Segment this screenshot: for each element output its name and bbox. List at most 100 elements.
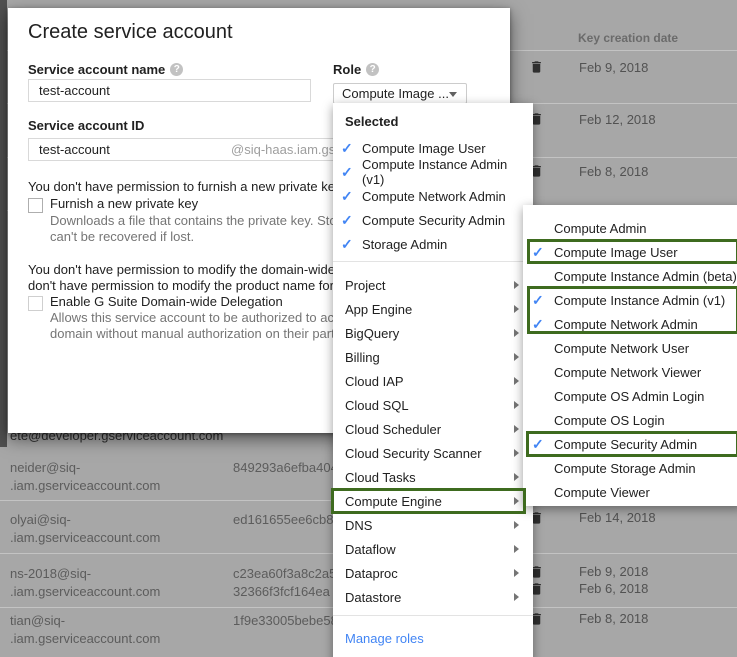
key-dates: Feb 14, 2018 bbox=[529, 509, 656, 526]
submenu-role-label: Compute Instance Admin (beta) bbox=[554, 269, 737, 284]
table-row: Feb 12, 2018 bbox=[529, 109, 656, 129]
service-account-name-input[interactable]: test-account bbox=[28, 79, 311, 102]
gsuite-delegation-description-line2: domain without manual authorization on t… bbox=[50, 326, 375, 341]
service-account-email: ns-2018@siq-.iam.gserviceaccount.com bbox=[10, 565, 160, 601]
table-row: Feb 9, 2018 bbox=[529, 57, 648, 77]
role-category-item[interactable]: Cloud IAP bbox=[333, 369, 533, 393]
sidebar-strip bbox=[0, 0, 7, 447]
key-id: ed161655ee6cb8 bbox=[233, 511, 334, 529]
submenu-role-item[interactable]: ✓Compute Image User bbox=[523, 240, 737, 264]
email-line: .iam.gserviceaccount.com bbox=[10, 583, 160, 601]
check-icon: ✓ bbox=[341, 212, 362, 229]
key-date-row: Feb 6, 2018 bbox=[529, 580, 648, 597]
submenu-role-item[interactable]: ✓Compute Network Admin bbox=[523, 312, 737, 336]
role-select[interactable]: Compute Image ... bbox=[333, 83, 467, 104]
role-label-text: Role bbox=[333, 62, 361, 77]
role-category-label: Cloud Scheduler bbox=[345, 422, 441, 437]
check-icon: ✓ bbox=[341, 236, 362, 253]
submenu-role-label: Compute Network Viewer bbox=[554, 365, 701, 380]
furnish-key-checkbox[interactable] bbox=[28, 198, 43, 213]
submenu-role-label: Compute OS Login bbox=[554, 413, 665, 428]
role-category-item[interactable]: Billing bbox=[333, 345, 533, 369]
role-category-label: Project bbox=[345, 278, 385, 293]
role-category-label: Dataflow bbox=[345, 542, 396, 557]
check-icon: ✓ bbox=[532, 316, 554, 333]
manage-roles-link[interactable]: Manage roles bbox=[345, 631, 424, 646]
submenu-arrow-icon bbox=[514, 281, 519, 289]
submenu-role-item[interactable]: Compute OS Login bbox=[523, 408, 737, 432]
submenu-role-item[interactable]: ✓Compute Security Admin bbox=[523, 432, 737, 456]
role-category-item[interactable]: Project bbox=[333, 273, 533, 297]
service-account-email: olyai@siq-.iam.gserviceaccount.com bbox=[10, 511, 160, 547]
submenu-role-item[interactable]: Compute OS Admin Login bbox=[523, 384, 737, 408]
domain-permission-text-line2: don't have permission to modify the prod… bbox=[28, 278, 348, 293]
key-id: 849293a6efba404 bbox=[233, 459, 338, 477]
service-account-name-label-text: Service account name bbox=[28, 62, 165, 77]
role-category-label: DNS bbox=[345, 518, 372, 533]
key-dates: Feb 9, 2018Feb 6, 2018 bbox=[529, 563, 648, 597]
submenu-role-item[interactable]: Compute Viewer bbox=[523, 480, 737, 504]
screen: Key creation date Feb 9, 2018Feb 12, 201… bbox=[0, 0, 737, 657]
role-category-item[interactable]: App Engine bbox=[333, 297, 533, 321]
key-date: Feb 8, 2018 bbox=[579, 611, 648, 626]
gsuite-delegation-checkbox[interactable] bbox=[28, 296, 43, 311]
selected-role-label: Compute Network Admin bbox=[362, 189, 506, 204]
email-line: .iam.gserviceaccount.com bbox=[10, 630, 160, 648]
dialog-title: Create service account bbox=[28, 21, 233, 44]
submenu-role-item[interactable]: Compute Network Viewer bbox=[523, 360, 737, 384]
submenu-role-label: Compute OS Admin Login bbox=[554, 389, 704, 404]
role-category-item[interactable]: Cloud Security Scanner bbox=[333, 441, 533, 465]
selected-role-label: Compute Instance Admin (v1) bbox=[362, 157, 533, 187]
role-category-item[interactable]: Dataflow bbox=[333, 537, 533, 561]
role-category-label: Cloud Security Scanner bbox=[345, 446, 482, 461]
email-line: tian@siq- bbox=[10, 612, 160, 630]
help-icon[interactable]: ? bbox=[170, 63, 183, 76]
trash-icon[interactable] bbox=[529, 59, 544, 75]
role-category-label: Dataproc bbox=[345, 566, 398, 581]
submenu-arrow-icon bbox=[514, 593, 519, 601]
key-date: Feb 6, 2018 bbox=[579, 581, 648, 596]
check-icon: ✓ bbox=[341, 164, 362, 181]
submenu-arrow-icon bbox=[514, 353, 519, 361]
role-category-label: Cloud IAP bbox=[345, 374, 404, 389]
help-icon[interactable]: ? bbox=[366, 63, 379, 76]
chevron-down-icon bbox=[449, 92, 457, 97]
submenu-roles-list: Compute Admin✓Compute Image UserCompute … bbox=[523, 216, 737, 504]
email-line: .iam.gserviceaccount.com bbox=[10, 477, 160, 495]
selected-role-item[interactable]: ✓Compute Instance Admin (v1) bbox=[333, 160, 533, 184]
submenu-role-item[interactable]: Compute Storage Admin bbox=[523, 456, 737, 480]
selected-role-item[interactable]: ✓Storage Admin bbox=[333, 232, 533, 256]
role-category-item[interactable]: Cloud Scheduler bbox=[333, 417, 533, 441]
selected-role-label: Compute Security Admin bbox=[362, 213, 505, 228]
role-category-item[interactable]: Cloud SQL bbox=[333, 393, 533, 417]
submenu-arrow-icon bbox=[514, 521, 519, 529]
selected-role-item[interactable]: ✓Compute Network Admin bbox=[333, 184, 533, 208]
role-category-item[interactable]: BigQuery bbox=[333, 321, 533, 345]
submenu-arrow-icon bbox=[514, 305, 519, 313]
submenu-role-label: Compute Admin bbox=[554, 221, 647, 236]
check-icon: ✓ bbox=[341, 188, 362, 205]
submenu-role-label: Compute Image User bbox=[554, 245, 678, 260]
service-account-id-value: test-account bbox=[39, 142, 110, 157]
role-category-label: Billing bbox=[345, 350, 380, 365]
submenu-role-item[interactable]: ✓Compute Instance Admin (v1) bbox=[523, 288, 737, 312]
check-icon: ✓ bbox=[532, 436, 554, 453]
key-date-row: Feb 9, 2018 bbox=[529, 563, 648, 580]
key-date-row: Feb 8, 2018 bbox=[529, 610, 648, 627]
submenu-arrow-icon bbox=[514, 545, 519, 553]
key-id-line: 32366f3fcf164ea bbox=[233, 583, 336, 601]
role-category-item[interactable]: Cloud Tasks bbox=[333, 465, 533, 489]
id-domain-suffix: @siq-haas.iam.gs bbox=[231, 139, 335, 160]
submenu-role-label: Compute Security Admin bbox=[554, 437, 697, 452]
submenu-role-item[interactable]: Compute Admin bbox=[523, 216, 737, 240]
role-category-item[interactable]: Dataproc bbox=[333, 561, 533, 585]
submenu-arrow-icon bbox=[514, 497, 519, 505]
role-category-label: Datastore bbox=[345, 590, 401, 605]
selected-role-item[interactable]: ✓Compute Security Admin bbox=[333, 208, 533, 232]
submenu-role-item[interactable]: Compute Network User bbox=[523, 336, 737, 360]
role-category-item[interactable]: DNS bbox=[333, 513, 533, 537]
service-account-id-label: Service account ID bbox=[28, 118, 144, 133]
role-category-item[interactable]: Datastore bbox=[333, 585, 533, 609]
role-category-item[interactable]: Compute Engine bbox=[333, 489, 533, 513]
submenu-role-item[interactable]: Compute Instance Admin (beta) bbox=[523, 264, 737, 288]
